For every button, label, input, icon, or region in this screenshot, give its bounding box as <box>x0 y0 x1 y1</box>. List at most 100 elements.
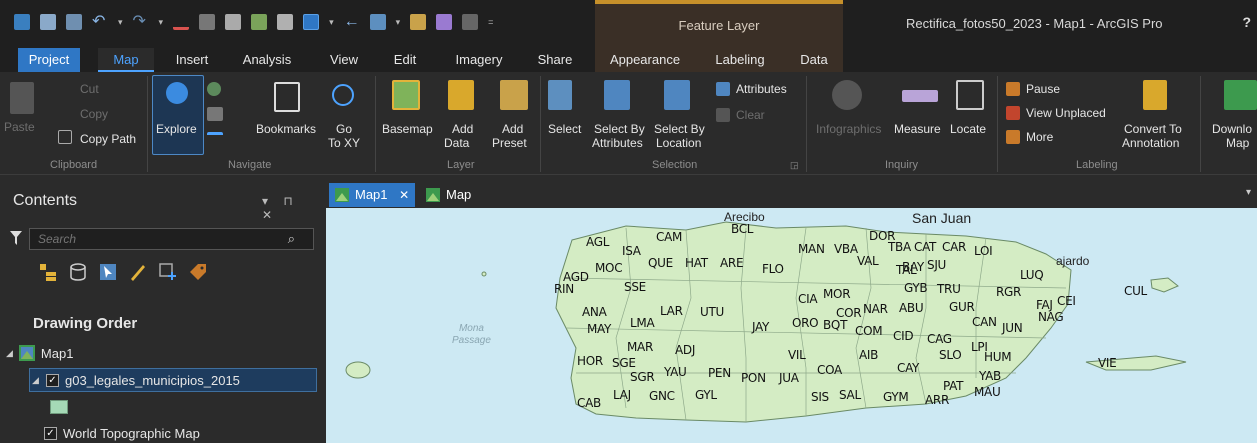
to-xy-label[interactable]: To XY <box>328 136 360 150</box>
more-icon[interactable] <box>1006 130 1020 144</box>
view-unplaced-button[interactable]: View Unplaced <box>1026 106 1106 120</box>
close-icon[interactable]: ✕ <box>399 188 409 202</box>
download-map-label[interactable]: Downlo <box>1212 122 1252 136</box>
add-preset-button[interactable]: Preset <box>492 136 527 150</box>
collapse-arrow-icon[interactable]: ◢ <box>32 375 39 386</box>
basemap-button[interactable]: Basemap <box>382 122 433 136</box>
add-preset-icon[interactable] <box>500 80 528 110</box>
basemap-icon[interactable] <box>392 80 420 110</box>
selection-launcher-icon[interactable]: ◲ <box>790 160 799 171</box>
copy-path-icon[interactable] <box>58 130 72 144</box>
paste-icon[interactable] <box>10 82 34 114</box>
clear-icon[interactable] <box>716 108 730 122</box>
copy-button[interactable]: Copy <box>80 107 108 121</box>
add-data-label[interactable]: Add <box>452 122 473 136</box>
fields-icon[interactable] <box>251 14 268 30</box>
edit-vertices-icon[interactable] <box>173 14 190 30</box>
cut-button[interactable]: Cut <box>80 82 99 96</box>
go-label[interactable]: Go <box>336 122 352 136</box>
filter-icon[interactable] <box>10 231 22 245</box>
infographics-button[interactable]: Infographics <box>816 122 881 136</box>
convert-to-annotation-button[interactable]: Annotation <box>1122 136 1179 150</box>
tab-map[interactable]: Map <box>420 183 480 207</box>
select-by-attributes-icon[interactable] <box>604 80 630 110</box>
search-input[interactable] <box>30 229 260 249</box>
tab-labeling[interactable]: Labeling <box>695 48 785 72</box>
copy-path-button[interactable]: Copy Path <box>80 132 136 146</box>
redo-dropdown-icon[interactable]: ▾ <box>159 17 164 28</box>
table-icon[interactable] <box>225 14 242 30</box>
selection-view-icon[interactable] <box>98 262 118 282</box>
labeling-view-icon[interactable] <box>188 262 208 282</box>
paint-icon[interactable] <box>436 14 453 30</box>
tab-map1[interactable]: Map1 ✕ <box>329 183 415 207</box>
open-icon[interactable] <box>40 14 56 30</box>
tab-appearance[interactable]: Appearance <box>595 48 695 72</box>
back-arrow-icon[interactable]: ← <box>344 14 360 30</box>
more-button[interactable]: More <box>1026 130 1053 144</box>
locate-icon[interactable] <box>956 80 984 110</box>
tab-analysis[interactable]: Analysis <box>234 48 300 72</box>
convert-to-annotation-icon[interactable] <box>1143 80 1167 110</box>
select-by-location-button[interactable]: Location <box>656 136 701 150</box>
tab-edit[interactable]: Edit <box>380 48 430 72</box>
previous-extent-icon[interactable] <box>207 132 223 142</box>
add-data-icon[interactable] <box>448 80 474 110</box>
undo-dropdown-icon[interactable]: ▾ <box>118 17 123 28</box>
download-map-button[interactable]: Map <box>1226 136 1249 150</box>
tree-item-g03-layer[interactable]: ◢ ✓ g03_legales_municipios_2015 <box>29 368 317 392</box>
add-preset-label[interactable]: Add <box>502 122 523 136</box>
edit-tool-icon[interactable] <box>410 14 427 30</box>
tab-map[interactable]: Map <box>98 48 154 72</box>
select-icon[interactable] <box>548 80 572 110</box>
save-icon[interactable] <box>66 14 82 30</box>
undo-icon[interactable]: ↶ <box>92 14 108 30</box>
pause-icon[interactable] <box>1006 82 1020 96</box>
tab-view[interactable]: View <box>322 48 366 72</box>
layer-symbol-swatch[interactable] <box>50 400 68 414</box>
explore-tool-icon[interactable] <box>303 14 320 30</box>
select-tool-icon[interactable] <box>369 14 386 30</box>
pane-controls[interactable]: ▾ ⊓ ✕ <box>262 194 322 222</box>
search-field[interactable]: ⌕ <box>29 228 314 250</box>
attributes-button[interactable]: Attributes <box>736 82 787 96</box>
tab-imagery[interactable]: Imagery <box>446 48 512 72</box>
select-by-location-label[interactable]: Select By <box>654 122 705 136</box>
select-by-attributes-button[interactable]: Attributes <box>592 136 643 150</box>
data-source-icon[interactable] <box>68 262 88 282</box>
redo-icon[interactable]: ↷ <box>133 14 149 30</box>
explore-button[interactable]: Explore <box>156 122 197 136</box>
locate-button[interactable]: Locate <box>950 122 986 136</box>
pause-button[interactable]: Pause <box>1026 82 1060 96</box>
tab-insert[interactable]: Insert <box>167 48 217 72</box>
project-icon[interactable] <box>14 14 30 30</box>
chart-icon[interactable] <box>277 14 294 30</box>
go-to-xy-icon[interactable] <box>332 84 354 106</box>
collapse-arrow-icon[interactable]: ◢ <box>6 348 13 359</box>
help-icon[interactable]: ? <box>1242 14 1251 30</box>
editing-view-icon[interactable] <box>128 262 148 282</box>
search-icon[interactable]: ⌕ <box>288 231 295 247</box>
snapping-view-icon[interactable] <box>158 262 178 282</box>
download-map-icon[interactable] <box>1224 80 1257 110</box>
customize-qat-icon[interactable]: = <box>488 17 493 27</box>
select-button[interactable]: Select <box>548 122 581 136</box>
tab-project[interactable]: Project <box>18 48 80 72</box>
measure-icon[interactable] <box>902 90 938 102</box>
map-canvas[interactable]: Mona Passage San Juan Arecibo ajardo AGL… <box>326 208 1257 443</box>
infographics-icon[interactable] <box>832 80 862 110</box>
select-by-attributes-label[interactable]: Select By <box>594 122 645 136</box>
layer-visibility-checkbox[interactable]: ✓ <box>44 427 57 440</box>
clear-button[interactable]: Clear <box>736 108 765 122</box>
measure-button[interactable]: Measure <box>894 122 941 136</box>
grid-icon[interactable] <box>199 14 216 30</box>
tree-item-world-topo[interactable]: ✓ World Topographic Map <box>44 426 200 441</box>
tab-share[interactable]: Share <box>530 48 580 72</box>
convert-to-label[interactable]: Convert To <box>1124 122 1182 136</box>
share-icon[interactable] <box>462 14 479 30</box>
explore-dropdown-icon[interactable]: ▾ <box>329 17 334 28</box>
fixed-zoom-icon[interactable] <box>207 107 223 121</box>
attributes-icon[interactable] <box>716 82 730 96</box>
layer-visibility-checkbox[interactable]: ✓ <box>46 373 59 387</box>
view-unplaced-icon[interactable] <box>1006 106 1020 120</box>
